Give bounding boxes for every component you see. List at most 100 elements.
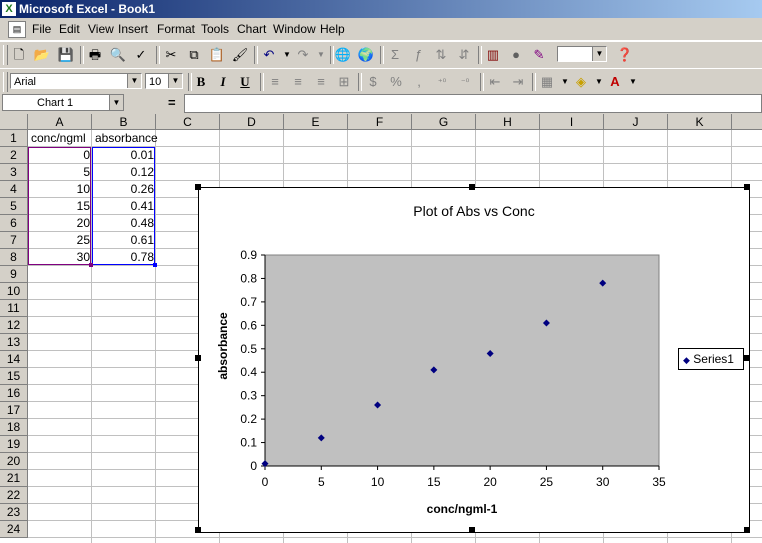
resize-handle-left[interactable] (195, 355, 201, 361)
percent-icon[interactable]: % (387, 73, 405, 91)
row-header-7[interactable]: 7 (0, 232, 28, 249)
office-assistant-icon[interactable]: ❓ (616, 46, 634, 64)
menu-edit[interactable]: Edit (59, 22, 80, 36)
row-header-11[interactable]: 11 (0, 300, 28, 317)
print-preview-icon[interactable]: 🔍 (109, 46, 127, 64)
row-header-3[interactable]: 3 (0, 164, 28, 181)
italic-button[interactable]: I (214, 73, 232, 91)
row-header-21[interactable]: 21 (0, 470, 28, 487)
column-header-c[interactable]: C (156, 114, 220, 130)
x-tick-label-35[interactable]: 35 (652, 475, 666, 489)
sort-descending-icon[interactable]: ⇵ (455, 46, 473, 64)
font-color-dropdown-icon[interactable]: ▼ (624, 73, 642, 91)
row-header-5[interactable]: 5 (0, 198, 28, 215)
column-header-f[interactable]: F (348, 114, 412, 130)
autosum-icon[interactable]: Σ (386, 46, 404, 64)
x-tick-label-25[interactable]: 25 (540, 475, 554, 489)
x-tick-label-5[interactable]: 5 (318, 475, 325, 489)
range-handle-x[interactable] (89, 263, 93, 267)
copy-icon[interactable]: ⧉ (185, 46, 203, 64)
y-tick-label-0.7[interactable]: 0.7 (240, 295, 257, 309)
y-tick-label-0.6[interactable]: 0.6 (240, 318, 257, 332)
chevron-down-icon[interactable]: ▼ (127, 74, 141, 88)
y-tick-label-0.9[interactable]: 0.9 (240, 248, 257, 262)
resize-handle-top[interactable] (469, 184, 475, 190)
row-header-6[interactable]: 6 (0, 215, 28, 232)
zoom-dropdown[interactable]: ▼ (557, 46, 607, 62)
merge-center-icon[interactable]: ⊞ (335, 73, 353, 91)
column-header-i[interactable]: I (540, 114, 604, 130)
row-header-1[interactable]: 1 (0, 130, 28, 147)
column-header-g[interactable]: G (412, 114, 476, 130)
resize-handle-bottom[interactable] (469, 527, 475, 533)
undo-icon[interactable]: ↶ (260, 46, 278, 64)
menu-tools[interactable]: Tools (201, 22, 229, 36)
select-all-corner[interactable] (0, 114, 28, 130)
hyperlink-icon[interactable]: 🌐 (334, 46, 352, 64)
resize-handle-top-right[interactable] (744, 184, 750, 190)
row-header-14[interactable]: 14 (0, 351, 28, 368)
menu-file[interactable]: File (32, 22, 51, 36)
row-header-24[interactable]: 24 (0, 521, 28, 538)
toolbar-grip[interactable] (3, 45, 8, 65)
font-name-dropdown[interactable]: Arial ▼ (10, 73, 142, 89)
row-header-22[interactable]: 22 (0, 487, 28, 504)
align-center-icon[interactable]: ≡ (289, 73, 307, 91)
align-left-icon[interactable]: ≡ (266, 73, 284, 91)
row-header-19[interactable]: 19 (0, 436, 28, 453)
font-color-icon[interactable]: A (606, 73, 624, 91)
row-header-20[interactable]: 20 (0, 453, 28, 470)
open-icon[interactable]: 📂 (33, 46, 51, 64)
align-right-icon[interactable]: ≡ (312, 73, 330, 91)
decrease-decimal-icon[interactable]: ⁻⁰ (456, 73, 474, 91)
column-header-k[interactable]: K (668, 114, 732, 130)
y-axis-label[interactable]: absorbance (216, 312, 230, 380)
cut-icon[interactable]: ✂ (162, 46, 180, 64)
row-header-2[interactable]: 2 (0, 147, 28, 164)
excel-app-icon[interactable]: X (2, 2, 16, 16)
y-tick-label-0.5[interactable]: 0.5 (240, 342, 257, 356)
source-range-y-highlight[interactable] (92, 147, 155, 265)
menu-view[interactable]: View (88, 22, 114, 36)
decrease-indent-icon[interactable]: ⇤ (486, 73, 504, 91)
redo-icon[interactable]: ↷ (294, 46, 312, 64)
drawing-icon[interactable]: ✎ (530, 46, 548, 64)
column-header-h[interactable]: H (476, 114, 540, 130)
font-size-dropdown[interactable]: 10 ▼ (145, 73, 183, 89)
formula-equals-sign[interactable]: = (168, 95, 176, 110)
source-range-x-highlight[interactable] (28, 147, 91, 265)
row-header-8[interactable]: 8 (0, 249, 28, 266)
comma-style-icon[interactable]: , (410, 73, 428, 91)
menu-chart[interactable]: Chart (237, 22, 266, 36)
spelling-icon[interactable]: ✓ (132, 46, 150, 64)
chevron-down-icon[interactable]: ▼ (109, 95, 123, 110)
column-header-d[interactable]: D (220, 114, 284, 130)
resize-handle-right[interactable] (744, 355, 750, 361)
increase-indent-icon[interactable]: ⇥ (509, 73, 527, 91)
paste-icon[interactable]: 📋 (208, 46, 226, 64)
menu-insert[interactable]: Insert (118, 22, 148, 36)
cell-b1[interactable]: absorbance (93, 130, 183, 147)
row-header-18[interactable]: 18 (0, 419, 28, 436)
menu-window[interactable]: Window (273, 22, 316, 36)
bold-button[interactable]: B (192, 73, 210, 91)
map-icon[interactable]: ● (507, 46, 525, 64)
column-header-j[interactable]: J (604, 114, 668, 130)
new-icon[interactable]: 🗋 (10, 46, 28, 64)
resize-handle-bottom-right[interactable] (744, 527, 750, 533)
chevron-down-icon[interactable]: ▼ (592, 47, 606, 61)
y-tick-label-0.8[interactable]: 0.8 (240, 271, 257, 285)
menu-format[interactable]: Format (157, 22, 195, 36)
y-tick-label-0.4[interactable]: 0.4 (240, 365, 257, 379)
cell-a1[interactable]: conc/ngml (29, 130, 92, 147)
x-tick-label-20[interactable]: 20 (483, 475, 497, 489)
x-tick-label-30[interactable]: 30 (596, 475, 610, 489)
formula-input[interactable] (184, 94, 762, 113)
plot-area[interactable] (264, 254, 660, 467)
y-tick-label-0.1[interactable]: 0.1 (240, 436, 257, 450)
document-control-icon[interactable]: ▤ (8, 21, 26, 38)
row-header-4[interactable]: 4 (0, 181, 28, 198)
resize-handle-bottom-left[interactable] (195, 527, 201, 533)
column-header-b[interactable]: B (92, 114, 156, 130)
x-tick-label-10[interactable]: 10 (371, 475, 385, 489)
